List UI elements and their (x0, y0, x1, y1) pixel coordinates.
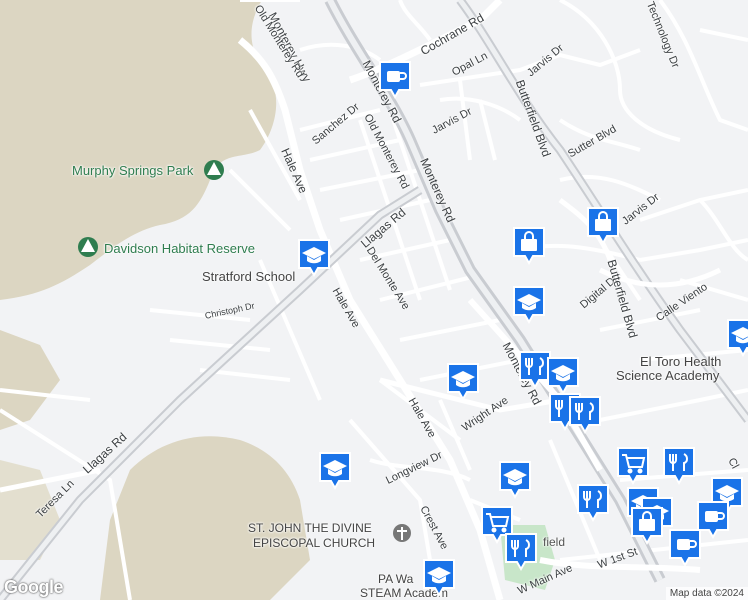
place-label-el-toro-line2: Science Academy (616, 368, 720, 383)
map-pin-school-3[interactable] (546, 356, 580, 396)
map-canvas[interactable]: Monterey Hwy Old Monterey Rd Monterey Rd… (0, 0, 748, 600)
map-pin-restaurant-5[interactable] (576, 483, 610, 523)
map-attribution[interactable]: Map data ©2024 (665, 587, 748, 600)
google-logo[interactable]: Google (4, 577, 64, 598)
place-label-davidson-habitat-reserve: Davidson Habitat Reserve (104, 241, 256, 256)
map-pin-school-4[interactable] (446, 362, 480, 402)
map-pin-school-6[interactable] (498, 460, 532, 500)
place-label-st-john-line1: ST. JOHN THE DIVINE (248, 521, 372, 535)
place-label-stratford-school: Stratford School (202, 269, 296, 284)
place-label-murphy-springs-park: Murphy Springs Park (72, 163, 194, 178)
map-pin-cafe-3[interactable] (668, 528, 702, 568)
map-pin-grocery[interactable] (616, 446, 650, 486)
map-pin-shopping-3[interactable] (630, 506, 664, 546)
map-pin-school-pa-wa[interactable] (422, 558, 456, 598)
hill-area-southwest (100, 436, 310, 600)
map-pin-cafe[interactable] (378, 60, 412, 100)
place-label-el-toro-line1: El Toro Health (640, 354, 722, 369)
map-pin-restaurant-6[interactable] (504, 532, 538, 572)
place-label-pa-wa-line1: PA Wa (378, 572, 414, 586)
map-pin-school-5[interactable] (318, 451, 352, 491)
map-pin-shopping-2[interactable] (586, 206, 620, 246)
place-label-st-john-line2: EPISCOPAL CHURCH (253, 536, 376, 550)
place-label-field-fragment: field (543, 535, 566, 549)
map-pin-restaurant-3[interactable] (568, 395, 602, 435)
map-pin-restaurant-4[interactable] (662, 446, 696, 486)
map-pin-school-el-toro[interactable] (726, 318, 748, 358)
map-pin-school-stratford[interactable] (297, 238, 331, 278)
map-pin-school-2[interactable] (512, 285, 546, 325)
map-pin-shopping-1[interactable] (512, 226, 546, 266)
